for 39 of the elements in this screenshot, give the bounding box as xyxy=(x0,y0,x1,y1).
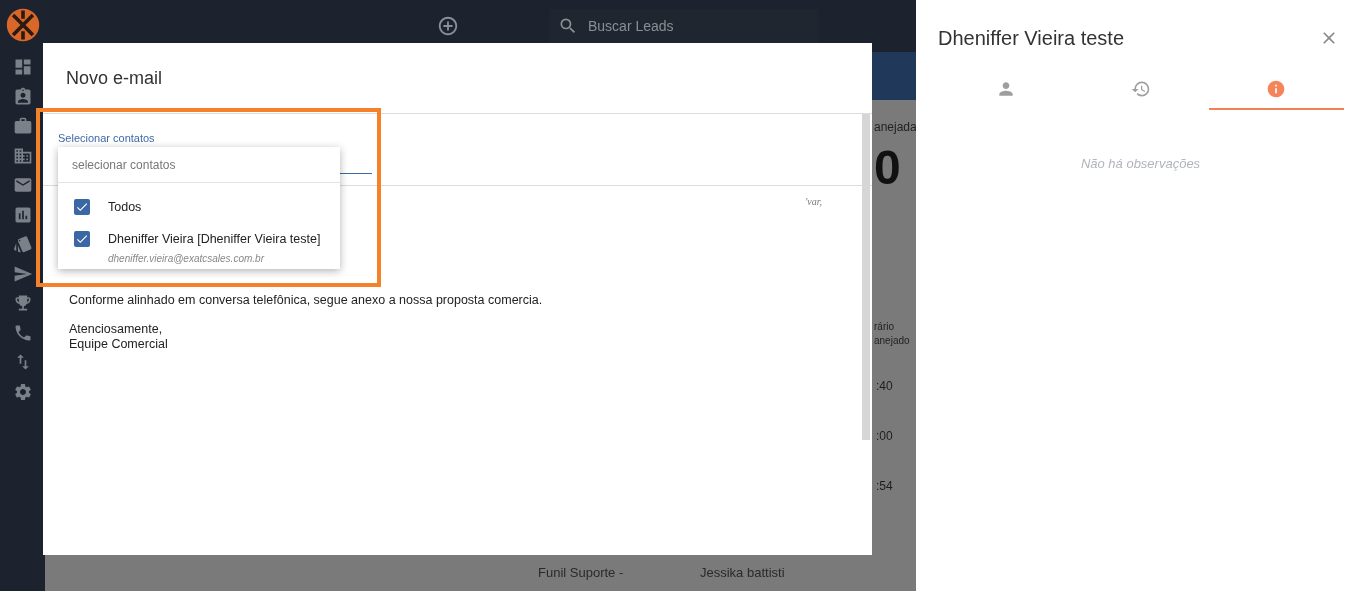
contact-option[interactable]: Dheniffer Vieira [Dheniffer Vieira teste] xyxy=(74,223,332,255)
info-icon xyxy=(1266,78,1287,99)
email-text: Conforme alinhado em conversa telefônica, segue anexo a nossa proposta comercia. xyxy=(69,293,544,308)
table-heading: rário xyxy=(874,320,895,334)
search-placeholder: Buscar Leads xyxy=(588,16,674,36)
time-cell: :40 xyxy=(876,378,893,395)
mail-icon[interactable] xyxy=(12,175,33,195)
table-heading: anejado xyxy=(874,334,911,348)
dialog-title: Novo e-mail xyxy=(66,66,163,90)
empty-message: Não há observações xyxy=(1080,155,1201,173)
contact-option[interactable]: Todos xyxy=(74,191,332,223)
dropdown-search-field[interactable]: selecionar contatos xyxy=(58,147,340,183)
scrollbar[interactable] xyxy=(862,114,870,440)
option-label: Todos xyxy=(108,198,142,216)
field-label: Selecionar contatos xyxy=(58,131,156,146)
check-icon xyxy=(75,232,89,246)
briefcase-icon[interactable] xyxy=(12,116,33,136)
editor-mark: 'var, xyxy=(805,195,822,209)
time-cell: :54 xyxy=(876,478,893,495)
time-cell: :00 xyxy=(876,428,893,445)
settings-icon[interactable] xyxy=(12,381,33,402)
search-field[interactable]: Buscar Leads xyxy=(550,9,818,43)
email-text: Equipe Comercial xyxy=(69,337,169,352)
panel-title: Dheniffer Vieira teste xyxy=(938,26,1125,51)
email-text: Atenciosamente, xyxy=(69,322,164,337)
option-email: dheniffer.vieira@exatcsales.com.br xyxy=(108,252,266,266)
column-heading: anejada xyxy=(874,119,916,136)
checkbox[interactable] xyxy=(74,199,90,215)
check-icon xyxy=(75,200,89,214)
big-number: 0 xyxy=(874,140,901,196)
search-placeholder: selecionar contatos xyxy=(72,156,176,174)
logo-icon xyxy=(4,7,41,43)
table-cell-text: Jessika battisti xyxy=(700,564,785,582)
option-label: Dheniffer Vieira [Dheniffer Vieira teste] xyxy=(108,230,321,248)
add-icon[interactable] xyxy=(437,15,459,37)
search-icon xyxy=(558,16,578,36)
checkbox[interactable] xyxy=(74,231,90,247)
cards-icon[interactable] xyxy=(12,234,33,254)
table-cell-text: Funil Suporte - xyxy=(538,564,625,582)
